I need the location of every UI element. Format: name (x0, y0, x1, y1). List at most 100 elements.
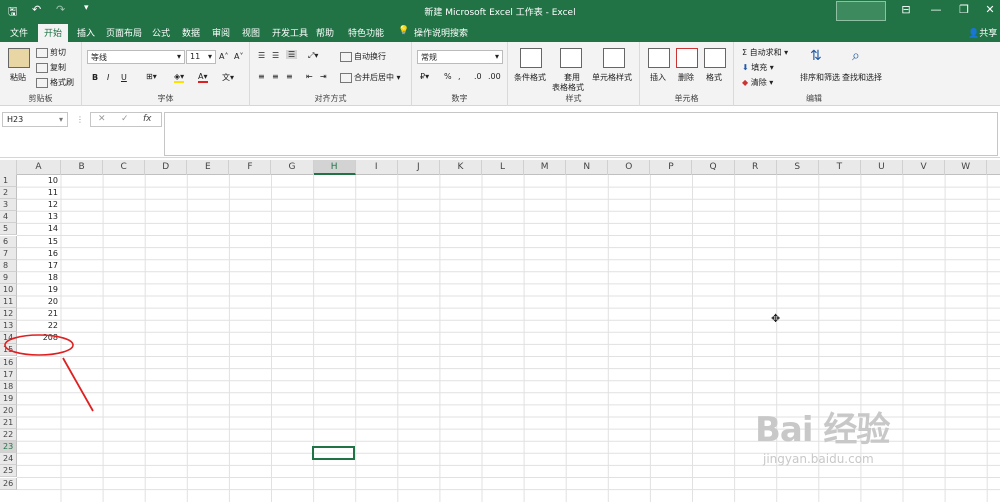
cell-styles-button[interactable]: 单元格样式 (592, 72, 632, 83)
column-header-g[interactable]: G (272, 160, 314, 175)
merge-center-button[interactable]: 合并后居中 ▾ (340, 72, 401, 83)
increase-decimal-icon[interactable]: .0 (474, 72, 482, 81)
tab-developer[interactable]: 开发工具 (272, 26, 308, 39)
delete-cells-icon[interactable] (676, 48, 698, 68)
phonetic-icon[interactable]: 文▾ (222, 72, 234, 83)
font-size-select[interactable]: 11 ▾ (186, 50, 216, 64)
find-select-button[interactable]: 查找和选择 (842, 72, 882, 83)
cell-styles-icon[interactable] (603, 48, 625, 68)
conditional-format-icon[interactable] (520, 48, 542, 68)
formula-input[interactable] (164, 112, 998, 156)
tab-help[interactable]: 帮助 (316, 26, 334, 39)
column-header-k[interactable]: K (440, 160, 482, 175)
tab-page-layout[interactable]: 页面布局 (106, 26, 142, 39)
decrease-indent-icon[interactable]: ⇤ (306, 72, 313, 81)
tab-special[interactable]: 特色功能 (348, 26, 384, 39)
conditional-format-button[interactable]: 条件格式 (514, 72, 546, 83)
minimize-icon[interactable]: — (926, 3, 946, 16)
column-header-l[interactable]: L (482, 160, 525, 175)
underline-button[interactable]: U (121, 73, 127, 82)
clear-button[interactable]: ◆ 清除 ▾ (742, 77, 773, 88)
align-center-icon[interactable]: ≡ (272, 72, 279, 81)
orientation-icon[interactable]: ⤢▾ (308, 51, 318, 61)
column-header-q[interactable]: Q (693, 160, 735, 175)
insert-function-button[interactable]: fx (143, 114, 152, 124)
column-header-f[interactable]: F (229, 160, 272, 175)
bold-button[interactable]: B (92, 73, 98, 82)
align-middle-icon[interactable]: ☰ (272, 51, 279, 60)
fill-color-icon[interactable]: ◈▾ (174, 72, 185, 83)
cancel-icon[interactable]: ✕ (98, 114, 106, 124)
tell-me-search[interactable]: 操作说明搜索 (414, 26, 468, 39)
row-header-22[interactable]: 22 (0, 429, 17, 442)
autosum-button[interactable]: Σ 自动求和 ▾ (742, 47, 788, 58)
tab-data[interactable]: 数据 (182, 26, 200, 39)
align-bottom-icon[interactable]: ☰ (286, 50, 298, 59)
tab-view[interactable]: 视图 (242, 26, 260, 39)
column-header-i[interactable]: I (356, 160, 398, 175)
wrap-text-button[interactable]: 自动换行 (340, 51, 386, 62)
insert-cells-button[interactable]: 插入 (650, 72, 666, 83)
format-as-table-bottom[interactable]: 表格格式 (552, 82, 584, 93)
accounting-icon[interactable]: ₽▾ (420, 72, 429, 81)
italic-button[interactable]: I (107, 73, 109, 82)
decrease-decimal-icon[interactable]: .00 (488, 72, 501, 81)
formula-bar-grip-icon[interactable]: ⋮ (76, 115, 84, 124)
paste-button[interactable]: 粘贴 (10, 72, 26, 83)
row-header-25[interactable]: 25 (0, 465, 17, 478)
column-header-o[interactable]: O (608, 160, 651, 175)
account-avatar[interactable] (836, 1, 886, 21)
column-header-s[interactable]: S (777, 160, 819, 175)
active-cell-h23[interactable] (312, 446, 355, 460)
copy-button[interactable]: 复制 (36, 62, 66, 73)
ribbon-display-icon[interactable]: ⊟ (896, 3, 916, 16)
comma-button[interactable]: , (458, 72, 461, 81)
tab-file[interactable]: 文件 (10, 26, 28, 39)
cut-button[interactable]: 剪切 (36, 47, 66, 58)
column-header-r[interactable]: R (735, 160, 777, 175)
column-header-h[interactable]: H (313, 160, 356, 175)
column-header-m[interactable]: M (524, 160, 567, 175)
magnifier-icon[interactable]: ⌕ (852, 48, 874, 68)
column-header-v[interactable]: V (903, 160, 946, 175)
grow-font-icon[interactable]: A˄ (219, 52, 228, 61)
insert-cells-icon[interactable] (648, 48, 670, 68)
increase-indent-icon[interactable]: ⇥ (320, 72, 327, 81)
sort-filter-icon[interactable]: ⇅ (810, 48, 832, 68)
row-header-24[interactable]: 24 (0, 453, 17, 466)
column-header-n[interactable]: N (566, 160, 609, 175)
delete-cells-button[interactable]: 删除 (678, 72, 694, 83)
number-format-select[interactable]: 常规 ▾ (417, 50, 503, 64)
column-header-t[interactable]: T (819, 160, 861, 175)
column-header-u[interactable]: U (861, 160, 903, 175)
paste-icon[interactable] (8, 48, 30, 68)
enter-icon[interactable]: ✓ (121, 114, 129, 124)
close-icon[interactable]: ✕ (980, 3, 1000, 16)
column-header-p[interactable]: P (650, 160, 693, 175)
borders-icon[interactable]: ⊞▾ (146, 72, 157, 81)
column-header-j[interactable]: J (398, 160, 440, 175)
font-name-select[interactable]: 等线 ▾ (87, 50, 185, 64)
row-header-23[interactable]: 23 (0, 441, 17, 454)
tab-home[interactable]: 开始 (38, 24, 69, 42)
share-button[interactable]: 👤共享 (968, 26, 997, 39)
font-color-icon[interactable]: A▾ (198, 72, 208, 83)
sort-filter-button[interactable]: 排序和筛选 (800, 72, 840, 83)
format-cells-button[interactable]: 格式 (706, 72, 722, 83)
align-right-icon[interactable]: ≡ (286, 72, 293, 81)
restore-icon[interactable]: ❐ (954, 3, 974, 16)
format-cells-icon[interactable] (704, 48, 726, 68)
column-header-w[interactable]: W (945, 160, 988, 175)
format-painter-button[interactable]: 格式刷 (36, 77, 74, 88)
shrink-font-icon[interactable]: A˅ (234, 52, 243, 61)
align-top-icon[interactable]: ☰ (258, 51, 265, 60)
format-as-table-icon[interactable] (560, 48, 582, 68)
fill-button[interactable]: ⬇ 填充 ▾ (742, 62, 774, 73)
tab-review[interactable]: 审阅 (212, 26, 230, 39)
tab-insert[interactable]: 插入 (77, 26, 95, 39)
align-left-icon[interactable]: ≡ (258, 72, 265, 81)
percent-button[interactable]: % (444, 72, 452, 81)
row-header-26[interactable]: 26 (0, 477, 17, 490)
name-box[interactable]: H23 ▾ (2, 112, 68, 127)
tab-formulas[interactable]: 公式 (152, 26, 170, 39)
